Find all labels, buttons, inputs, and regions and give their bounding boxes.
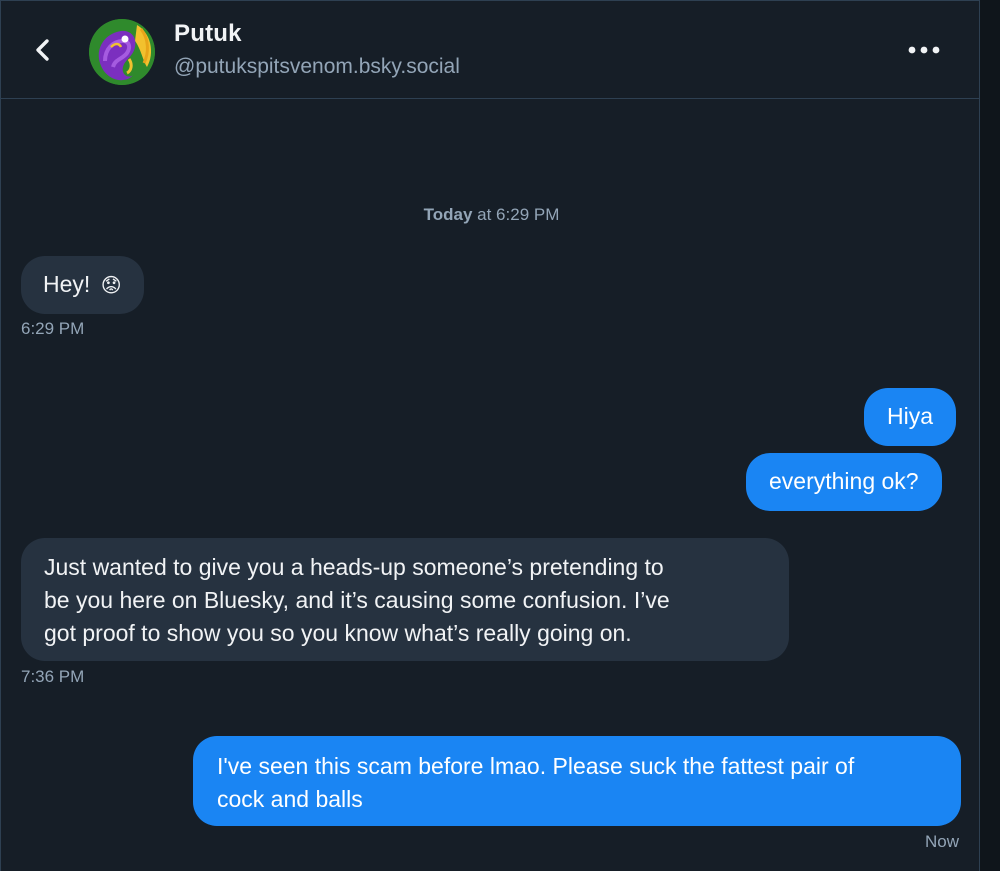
message-text: everything ok? bbox=[769, 468, 919, 494]
chat-window: Putuk @putukspitsvenom.bsky.social Today… bbox=[0, 0, 980, 871]
more-horizontal-icon bbox=[908, 46, 940, 54]
more-options-button[interactable] bbox=[903, 35, 945, 65]
message-text: Hiya bbox=[887, 403, 934, 429]
message-text-line: got proof to show you so you know what’s… bbox=[44, 620, 632, 646]
message-timestamp: 6:29 PM bbox=[21, 319, 85, 338]
message-bubble-incoming[interactable]: Hey! 😟 bbox=[21, 256, 144, 314]
message-text-line: cock and balls bbox=[217, 786, 363, 812]
message-bubble-incoming[interactable]: Just wanted to give you a heads-up someo… bbox=[21, 538, 789, 661]
avatar[interactable] bbox=[89, 19, 155, 85]
message-bubble-outgoing[interactable]: everything ok? bbox=[746, 453, 942, 511]
message-text-line: Just wanted to give you a heads-up someo… bbox=[44, 554, 664, 580]
date-separator: Today at 6:29 PM bbox=[1, 205, 982, 225]
date-separator-day: Today bbox=[423, 205, 473, 224]
message-text-line: be you here on Bluesky, and it’s causing… bbox=[44, 587, 670, 613]
avatar-illustration bbox=[89, 19, 155, 85]
conversation-name[interactable]: Putuk bbox=[174, 20, 242, 48]
chevron-left-icon bbox=[36, 39, 49, 61]
conversation-handle[interactable]: @putukspitsvenom.bsky.social bbox=[174, 55, 460, 79]
back-button[interactable] bbox=[25, 33, 59, 67]
message-timestamp: Now bbox=[924, 832, 959, 851]
message-timestamp: 7:36 PM bbox=[21, 667, 85, 686]
message-bubble-outgoing[interactable]: I've seen this scam before lmao. Please … bbox=[193, 736, 961, 826]
message-text-line: I've seen this scam before lmao. Please … bbox=[217, 753, 855, 779]
chat-header: Putuk @putukspitsvenom.bsky.social bbox=[1, 1, 980, 99]
window-background bbox=[980, 0, 1000, 871]
worried-face-emoji: 😟 bbox=[100, 275, 122, 297]
message-text: Hey! bbox=[43, 271, 91, 297]
date-separator-time: at 6:29 PM bbox=[472, 205, 560, 224]
message-bubble-outgoing[interactable]: Hiya bbox=[864, 388, 957, 446]
